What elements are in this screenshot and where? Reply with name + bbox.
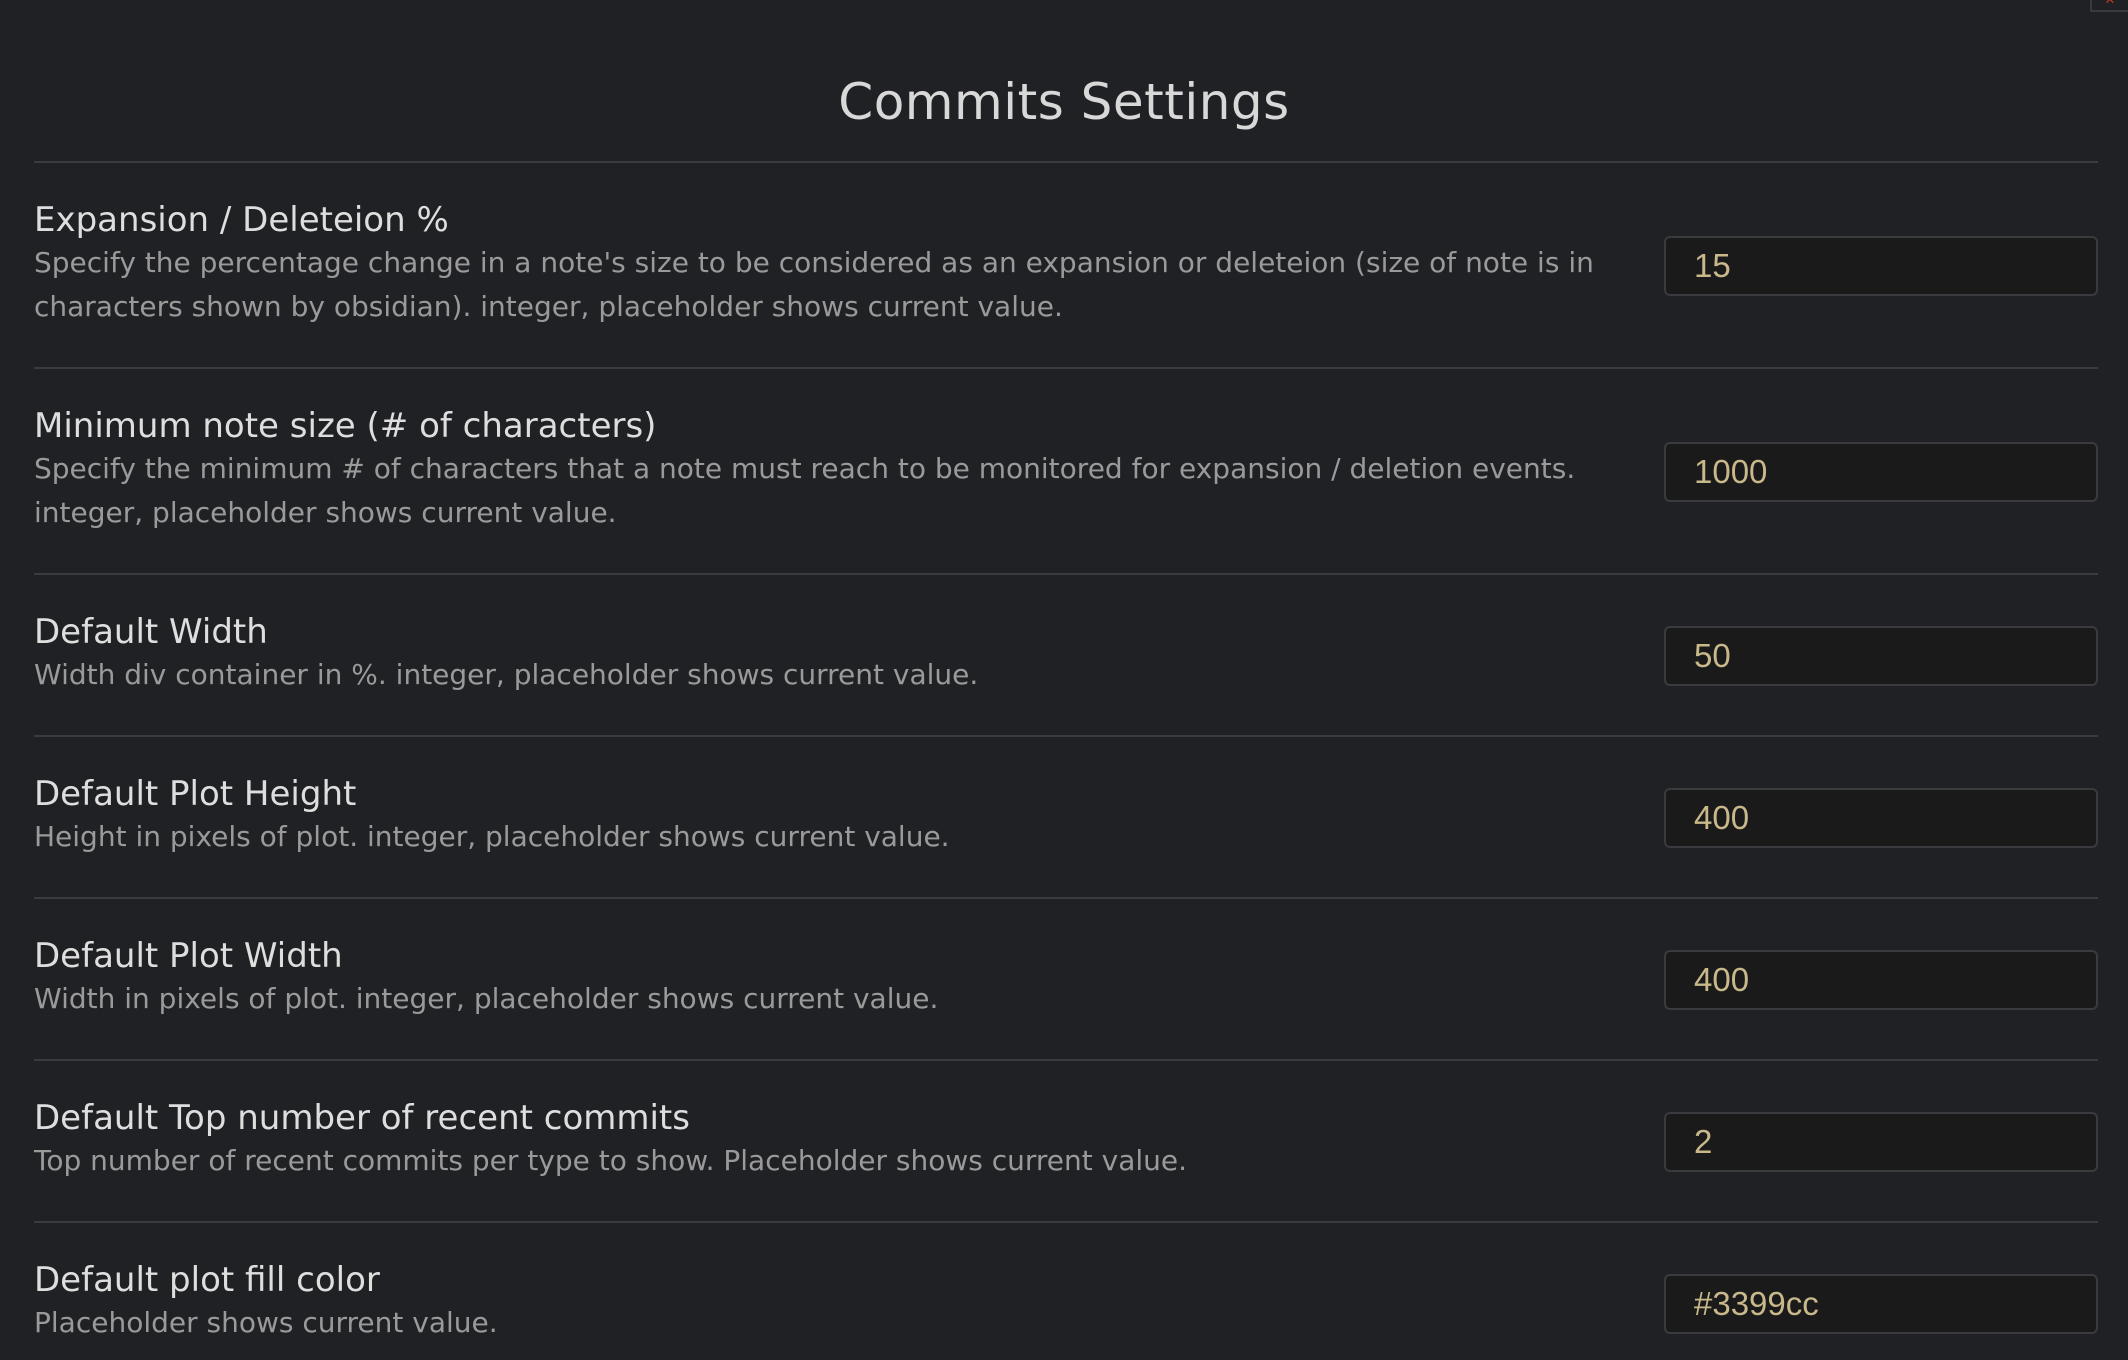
setting-description: Width div container in %. integer, place… — [34, 658, 979, 691]
page-title: Commits Settings — [838, 73, 1290, 131]
minimum-note-size-input[interactable] — [1664, 442, 2098, 502]
setting-name: Default Top number of recent commits — [34, 1098, 690, 1138]
setting-description: Width in pixels of plot. integer, placeh… — [34, 982, 939, 1015]
default-top-recent-commits-input[interactable] — [1664, 1112, 2098, 1172]
settings-list: Expansion / Deleteion % Specify the perc… — [34, 163, 2098, 1360]
default-width-input[interactable] — [1664, 626, 2098, 686]
setting-info: Minimum note size (# of characters) Spec… — [34, 405, 1614, 535]
setting-name: Default Width — [34, 612, 268, 652]
setting-name: Expansion / Deleteion % — [34, 200, 449, 240]
setting-info: Default Width Width div container in %. … — [34, 611, 1614, 697]
setting-description: Specify the percentage change in a note'… — [34, 246, 1594, 323]
setting-default-plot-fill-color: Default plot fill color Placeholder show… — [34, 1223, 2098, 1360]
setting-default-width: Default Width Width div container in %. … — [34, 575, 2098, 737]
setting-info: Default Plot Width Width in pixels of pl… — [34, 935, 1614, 1021]
setting-description: Placeholder shows current value. — [34, 1306, 498, 1339]
setting-name: Default Plot Width — [34, 936, 343, 976]
setting-default-plot-height: Default Plot Height Height in pixels of … — [34, 737, 2098, 899]
expansion-deletion-input[interactable] — [1664, 236, 2098, 296]
settings-page: ✕ Commits Settings Expansion / Deleteion… — [0, 0, 2128, 1360]
setting-minimum-note-size: Minimum note size (# of characters) Spec… — [34, 369, 2098, 575]
setting-expansion-deletion: Expansion / Deleteion % Specify the perc… — [34, 163, 2098, 369]
setting-info: Expansion / Deleteion % Specify the perc… — [34, 199, 1614, 329]
setting-description: Top number of recent commits per type to… — [34, 1144, 1188, 1177]
default-plot-height-input[interactable] — [1664, 788, 2098, 848]
default-plot-fill-color-input[interactable] — [1664, 1274, 2098, 1334]
setting-name: Default Plot Height — [34, 774, 357, 814]
setting-default-plot-width: Default Plot Width Width in pixels of pl… — [34, 899, 2098, 1061]
default-plot-width-input[interactable] — [1664, 950, 2098, 1010]
setting-info: Default Plot Height Height in pixels of … — [34, 773, 1614, 859]
close-icon[interactable]: ✕ — [2090, 0, 2128, 12]
setting-info: Default Top number of recent commits Top… — [34, 1097, 1614, 1183]
setting-default-top-recent-commits: Default Top number of recent commits Top… — [34, 1061, 2098, 1223]
setting-name: Minimum note size (# of characters) — [34, 406, 657, 446]
setting-description: Height in pixels of plot. integer, place… — [34, 820, 950, 853]
setting-info: Default plot fill color Placeholder show… — [34, 1259, 1614, 1345]
setting-description: Specify the minimum # of characters that… — [34, 452, 1576, 529]
setting-name: Default plot fill color — [34, 1260, 380, 1300]
